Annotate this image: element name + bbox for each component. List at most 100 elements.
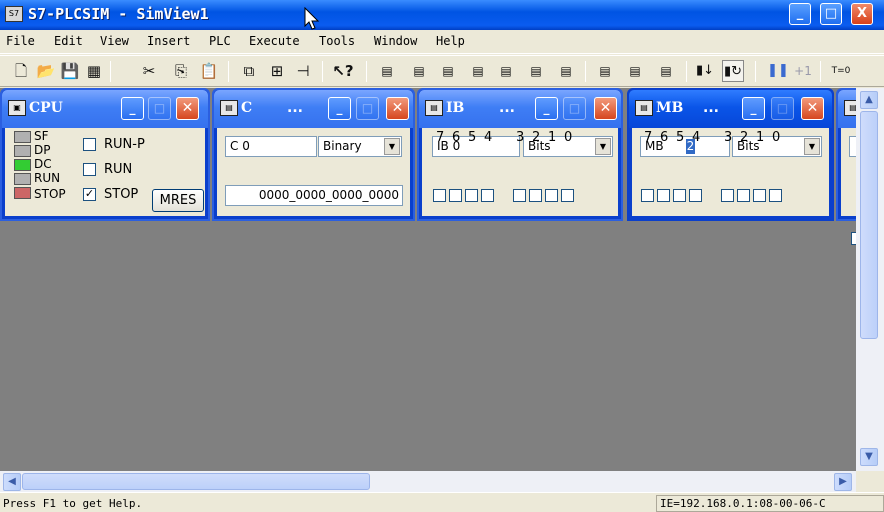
mb-bit-checkbox[interactable] [689, 189, 702, 202]
ib-window-caption[interactable]: ▤ IB ... _ □ ✕ [419, 90, 621, 128]
run-label: RUN [34, 171, 61, 185]
next-cycle-icon[interactable]: +1 [792, 60, 814, 82]
insert-block-registers-icon[interactable]: ▤ [655, 60, 677, 82]
counter-window-caption[interactable]: ▤ C ... _ □ ✕ [214, 90, 413, 128]
chevron-down-icon[interactable]: ▼ [384, 138, 400, 155]
insert-stack-icon[interactable]: ▤ [594, 60, 616, 82]
app-title-bar[interactable]: S7 S7-PLCSIM - SimView1 _ □ X [0, 0, 884, 30]
status-address: IE=192.168.0.1:08-00-06-C [656, 495, 884, 512]
mb-bit-checkbox[interactable] [737, 189, 750, 202]
mb-address-input[interactable]: MB 2 [640, 136, 730, 157]
counter-value-field[interactable]: 0000_0000_0000_0000 [225, 185, 403, 206]
menu-tools[interactable]: Tools [319, 34, 355, 48]
ib-bit-label: 5 [468, 130, 477, 145]
menu-file[interactable]: File [6, 34, 35, 48]
ib-bit-checkbox[interactable] [545, 189, 558, 202]
close-button[interactable]: X [851, 3, 873, 25]
copy-icon[interactable]: ⎘ [170, 60, 192, 82]
insert-accumulators-icon[interactable]: ▤ [624, 60, 646, 82]
menu-window[interactable]: Window [374, 34, 417, 48]
counter-address-input[interactable]: C 0 [225, 136, 317, 157]
cpu-maximize-button: □ [148, 97, 171, 120]
counter-window[interactable]: ▤ C ... _ □ ✕ C 0 Binary ▼ 0000_0000_0000… [212, 88, 415, 221]
run-checkbox[interactable] [83, 163, 96, 176]
scroll-down-icon[interactable]: ▼ [860, 448, 878, 466]
cut-icon[interactable]: ✂ [138, 60, 160, 82]
insert-bit-memory-icon[interactable]: ▤ [437, 60, 459, 82]
vertical-scroll-thumb[interactable] [860, 111, 878, 339]
scroll-up-icon[interactable]: ▲ [860, 91, 878, 109]
ib-bit-checkbox[interactable] [449, 189, 462, 202]
stop-checkbox[interactable]: ✓ [83, 188, 96, 201]
counter-close-button[interactable]: ✕ [386, 97, 409, 120]
cpu-minimize-button[interactable]: _ [121, 97, 144, 120]
mb-close-button[interactable]: ✕ [801, 97, 824, 120]
ib-bit-checkbox[interactable] [513, 189, 526, 202]
horizontal-scroll-thumb[interactable] [22, 473, 370, 490]
scroll-left-icon[interactable]: ◀ [3, 473, 21, 491]
ib-minimize-button[interactable]: _ [535, 97, 558, 120]
counter-format-value: Binary [323, 139, 362, 153]
help-cursor-icon[interactable]: ↖? [332, 60, 354, 82]
vertical-scrollbar[interactable]: ▲ ▼ [856, 88, 884, 471]
pause-icon[interactable]: ❚❚ [767, 60, 789, 82]
network-icon[interactable]: ▦ [83, 60, 105, 82]
paste-icon[interactable]: 📋 [198, 60, 220, 82]
save-icon[interactable]: 💾 [59, 60, 81, 82]
mb-bit-checkbox[interactable] [641, 189, 654, 202]
scroll-right-icon[interactable]: ▶ [834, 473, 852, 491]
scrollbar-corner [856, 471, 884, 492]
insert-vertical-bits-icon[interactable]: ▤ [555, 60, 577, 82]
ib-bit-checkbox[interactable] [529, 189, 542, 202]
open-icon[interactable]: 📂 [35, 60, 57, 82]
minimize-button[interactable]: _ [789, 3, 811, 25]
maximize-button[interactable]: □ [820, 3, 842, 25]
mb-bit-checkbox[interactable] [673, 189, 686, 202]
cascade-icon[interactable]: ⧉ [238, 60, 260, 82]
ib-close-button[interactable]: ✕ [594, 97, 617, 120]
mb-minimize-button[interactable]: _ [742, 97, 765, 120]
sf-label: SF [34, 129, 49, 143]
step-icon[interactable]: ▮↓ [694, 60, 716, 82]
tile-icon[interactable]: ⊞ [266, 60, 288, 82]
mb-bit-checkbox[interactable] [657, 189, 670, 202]
mb-bit-checkbox[interactable] [721, 189, 734, 202]
ib-bit-checkbox[interactable] [481, 189, 494, 202]
menu-execute[interactable]: Execute [249, 34, 300, 48]
ib-bit-checkbox[interactable] [465, 189, 478, 202]
mb-bit-label: 7 [644, 130, 653, 145]
run-p-checkbox[interactable] [83, 138, 96, 151]
counter-minimize-button[interactable]: _ [328, 97, 351, 120]
counter-format-select[interactable]: Binary ▼ [318, 136, 402, 157]
mb-bit-checkbox[interactable] [769, 189, 782, 202]
toolbar-separator [228, 61, 229, 82]
cpu-window-caption[interactable]: ▣ CPU _ □ ✕ [2, 90, 208, 128]
mb-window-caption[interactable]: ▤ MB ... _ □ ✕ [629, 90, 832, 128]
insert-counter-icon[interactable]: ▤ [495, 60, 517, 82]
pin-icon[interactable]: ⊣ [292, 60, 314, 82]
menu-plc[interactable]: PLC [209, 34, 231, 48]
new-icon[interactable]: 🗋 [10, 60, 32, 82]
mb-bit-checkbox[interactable] [753, 189, 766, 202]
cpu-window[interactable]: ▣ CPU _ □ ✕ SF DP DC RUN STOP RUN-P RUN … [0, 88, 210, 221]
ib-bit-checkbox[interactable] [561, 189, 574, 202]
mres-button[interactable]: MRES [152, 189, 204, 212]
menu-view[interactable]: View [100, 34, 129, 48]
horizontal-scrollbar[interactable]: ◀ ▶ [0, 471, 856, 492]
ib-bit-checkbox[interactable] [433, 189, 446, 202]
insert-input-icon[interactable]: ▤ [376, 60, 398, 82]
chevron-down-icon[interactable]: ▼ [595, 138, 611, 155]
insert-output-icon[interactable]: ▤ [408, 60, 430, 82]
chevron-down-icon[interactable]: ▼ [804, 138, 820, 155]
menu-help[interactable]: Help [436, 34, 465, 48]
reset-timers-button[interactable]: T=0 [828, 60, 854, 82]
insert-timer-icon[interactable]: ▤ [467, 60, 489, 82]
dp-led [14, 145, 31, 157]
menu-insert[interactable]: Insert [147, 34, 190, 48]
continuous-cycle-icon[interactable]: ▮↻ [722, 60, 744, 82]
app-icon[interactable]: S7 [5, 6, 23, 22]
cpu-close-button[interactable]: ✕ [176, 97, 199, 120]
menu-edit[interactable]: Edit [54, 34, 83, 48]
run-led [14, 173, 31, 185]
insert-generic-icon[interactable]: ▤ [525, 60, 547, 82]
